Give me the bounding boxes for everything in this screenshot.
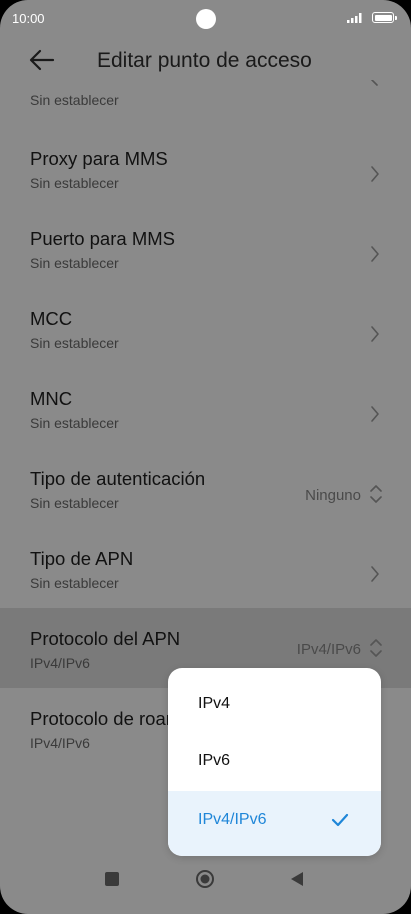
up-down-arrows-icon bbox=[370, 485, 382, 503]
option-label: IPv6 bbox=[198, 752, 231, 769]
chevron-right-icon bbox=[371, 246, 379, 262]
status-time: 10:00 bbox=[12, 11, 45, 26]
status-bar: 10:00 bbox=[0, 0, 411, 38]
chevron-right-icon bbox=[371, 166, 379, 182]
list-item-label: MCC bbox=[30, 308, 73, 329]
list-item-value: Ninguno bbox=[305, 487, 361, 504]
list-item-sub: Sin establecer bbox=[30, 575, 119, 591]
camera-cutout bbox=[196, 9, 216, 29]
chevron-right-icon bbox=[371, 80, 378, 86]
option-label: IPv4 bbox=[198, 695, 231, 712]
list-item-label: Protocolo del APN bbox=[30, 628, 181, 649]
screen: 10:00 Editar punto de acceso Sin estable… bbox=[0, 0, 411, 914]
list-item-sub: Sin establecer bbox=[30, 495, 119, 511]
chevron-right-icon bbox=[371, 406, 379, 422]
up-down-arrows-icon bbox=[370, 639, 382, 657]
list-item-proxy-mms[interactable]: Proxy para MMS Sin establecer bbox=[0, 140, 411, 220]
list-item-sub: IPv4/IPv6 bbox=[30, 735, 90, 751]
list-item-partial[interactable]: Sin establecer bbox=[0, 80, 411, 120]
home-icon[interactable] bbox=[195, 869, 215, 889]
battery-icon bbox=[372, 12, 394, 23]
list-item-sub: Sin establecer bbox=[30, 175, 119, 191]
page-title: Editar punto de acceso bbox=[97, 49, 312, 72]
list-item-label: Puerto para MMS bbox=[30, 228, 175, 249]
back-triangle-icon[interactable] bbox=[290, 871, 304, 887]
list-item-label: Tipo de APN bbox=[30, 548, 134, 569]
list-item-sub: IPv4/IPv6 bbox=[30, 655, 90, 671]
list-item-puerto-mms[interactable]: Puerto para MMS Sin establecer bbox=[0, 220, 411, 300]
navigation-bar bbox=[0, 864, 411, 914]
arrow-left-icon[interactable] bbox=[28, 48, 56, 72]
checkmark-icon bbox=[331, 813, 349, 827]
battery-tip bbox=[395, 15, 397, 20]
list-item-sub: Sin establecer bbox=[30, 415, 119, 431]
list-item-mcc[interactable]: MCC Sin establecer bbox=[0, 300, 411, 380]
app-header: Editar punto de acceso bbox=[0, 40, 411, 80]
recent-apps-icon[interactable] bbox=[105, 872, 119, 886]
option-ipv4[interactable]: IPv4 bbox=[168, 677, 381, 734]
option-label: IPv4/IPv6 bbox=[198, 811, 267, 828]
list-item-auth-type[interactable]: Tipo de autenticación Sin establecer Nin… bbox=[0, 460, 411, 540]
protocol-dropdown: IPv4 IPv6 IPv4/IPv6 bbox=[168, 668, 381, 856]
chevron-right-icon bbox=[371, 326, 379, 342]
list-item-label: Proxy para MMS bbox=[30, 148, 168, 169]
list-item-label: Tipo de autenticación bbox=[30, 468, 206, 489]
signal-icon bbox=[347, 13, 362, 23]
list-item-sub: Sin establecer bbox=[30, 335, 119, 351]
list-item-value: IPv4/IPv6 bbox=[296, 641, 361, 658]
option-ipv4-ipv6[interactable]: IPv4/IPv6 bbox=[168, 791, 381, 856]
list-item-sub: Sin establecer bbox=[30, 255, 119, 271]
list-item-sub: Sin establecer bbox=[30, 92, 119, 108]
chevron-right-icon bbox=[371, 566, 379, 582]
list-item-mnc[interactable]: MNC Sin establecer bbox=[0, 380, 411, 460]
list-item-label: MNC bbox=[30, 388, 73, 409]
option-ipv6[interactable]: IPv6 bbox=[168, 734, 381, 791]
